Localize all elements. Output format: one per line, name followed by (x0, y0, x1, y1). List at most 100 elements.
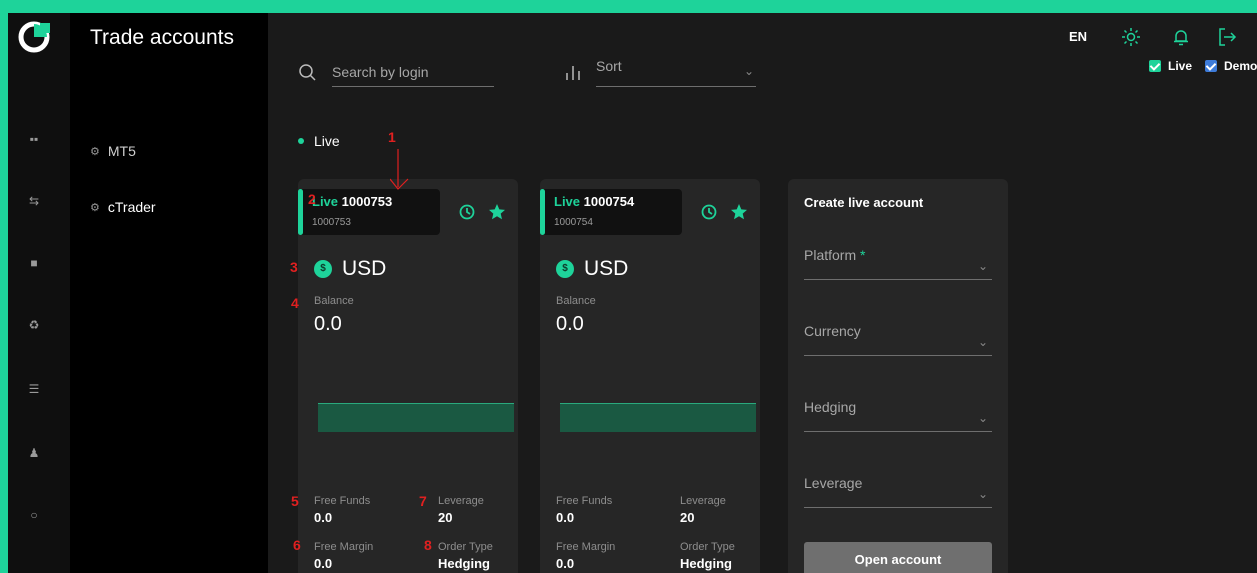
currency-label: Currency (804, 323, 861, 339)
hedging-label: Hedging (804, 399, 857, 415)
required-marker: * (860, 247, 866, 263)
annotation-6: 6 (293, 537, 301, 553)
leverage-label: Leverage (680, 495, 726, 507)
star-icon[interactable] (730, 203, 748, 221)
star-icon[interactable] (488, 203, 506, 221)
dashboard-icon[interactable]: ▪▪ (26, 131, 42, 147)
chevron-down-icon: ⌄ (743, 64, 754, 78)
dollar-coin-icon: $ (314, 260, 332, 278)
platform-select[interactable]: Platform * ⌄ (804, 239, 992, 280)
sidebar-item-ctrader[interactable]: ⚙ cTrader (90, 199, 156, 215)
account-number: 1000753 (341, 194, 393, 209)
filter-live[interactable]: Live (1149, 59, 1192, 73)
free-funds-value: 0.0 (314, 510, 333, 525)
wallet-icon[interactable]: ■ (26, 255, 42, 271)
history-icon[interactable] (700, 203, 718, 221)
balance-label: Balance (556, 295, 596, 307)
list-icon[interactable]: ☰ (26, 381, 42, 397)
account-login: 1000753 (312, 217, 351, 228)
account-login: 1000754 (554, 217, 593, 228)
search-bar (298, 57, 508, 87)
account-header: Live 1000754 1000754 (540, 189, 682, 235)
leverage-field-label: Leverage (804, 475, 863, 491)
currency-code: USD (342, 257, 387, 280)
logout-icon[interactable] (1217, 27, 1237, 47)
account-type: Live (554, 194, 581, 209)
account-card[interactable]: Live 1000753 1000753 $ USD Balance 0.0 F… (298, 179, 518, 573)
open-account-button[interactable]: Open account (804, 542, 992, 573)
user-icon[interactable]: ♟ (26, 445, 42, 461)
annotation-7: 7 (419, 493, 427, 509)
platform-label: Platform (804, 247, 857, 263)
checkbox-checked-icon[interactable] (1149, 60, 1161, 72)
free-margin-label: Free Margin (314, 541, 374, 553)
chat-icon[interactable]: ○ (26, 507, 42, 523)
bell-icon[interactable] (1171, 27, 1191, 47)
free-margin-value: 0.0 (314, 556, 333, 571)
currency-select[interactable]: Currency ⌄ (804, 315, 992, 356)
currency-code: USD (584, 257, 629, 280)
account-status-bar (540, 189, 545, 235)
section-live-header: Live (298, 133, 340, 149)
balance-chart (318, 403, 514, 432)
search-input[interactable] (332, 57, 494, 87)
sort-select[interactable]: Sort ⌄ (596, 58, 756, 87)
sidebar-item-label: cTrader (107, 199, 156, 215)
recycle-icon[interactable]: ♻ (26, 317, 42, 333)
history-icon[interactable] (458, 203, 476, 221)
dollar-coin-icon: $ (556, 260, 574, 278)
balance-chart (560, 403, 756, 432)
sidebar-item-mt5[interactable]: ⚙ MT5 (90, 143, 136, 159)
create-account-panel: Create live account Platform * ⌄ Currenc… (788, 179, 1008, 573)
account-currency: $ USD (314, 257, 386, 281)
order-type-label: Order Type (438, 541, 493, 553)
account-title: Live 1000753 (312, 194, 392, 209)
app-window: ▪▪ ⇆ ■ ♻ ☰ ♟ ○ Trade accounts ⚙ MT5 ⚙ cT… (8, 13, 1257, 573)
create-account-title: Create live account (804, 195, 924, 210)
filter-demo[interactable]: Demo (1205, 59, 1257, 73)
free-funds-value: 0.0 (556, 510, 575, 525)
balance-value: 0.0 (314, 313, 342, 335)
balance-label: Balance (314, 295, 354, 307)
balance-value: 0.0 (556, 313, 584, 335)
annotation-2: 2 (308, 191, 316, 207)
transfer-icon[interactable]: ⇆ (26, 193, 42, 209)
sort-label: Sort (596, 58, 622, 74)
chevron-down-icon: ⌄ (977, 411, 988, 425)
leverage-value: 20 (438, 510, 453, 525)
hedging-select[interactable]: Hedging ⌄ (804, 391, 992, 432)
account-title: Live 1000754 (554, 194, 634, 209)
sidebar-title: Trade accounts (90, 26, 234, 49)
account-card[interactable]: Live 1000754 1000754 $ USD Balance 0.0 F… (540, 179, 760, 573)
order-type-value: Hedging (438, 556, 490, 571)
sidebar-item-label: MT5 (107, 143, 136, 159)
main-content: Sort ⌄ Live Live 1000753 1000753 (268, 13, 1257, 573)
annotation-1: 1 (388, 129, 396, 145)
sun-icon[interactable] (1121, 27, 1141, 47)
account-currency: $ USD (556, 257, 628, 281)
annotation-4: 4 (291, 295, 299, 311)
live-dot-icon (298, 138, 304, 144)
annotation-8: 8 (424, 537, 432, 553)
section-label: Live (314, 133, 340, 149)
sidebar: Trade accounts ⚙ MT5 ⚙ cTrader (70, 13, 268, 573)
language-selector[interactable]: EN (1069, 29, 1087, 44)
annotation-arrow-icon (390, 149, 409, 190)
leverage-value: 20 (680, 510, 695, 525)
annotation-5: 5 (291, 493, 299, 509)
chevron-down-icon: ⌄ (977, 487, 988, 501)
checkbox-checked-icon[interactable] (1205, 60, 1217, 72)
sort-control: Sort ⌄ (564, 57, 774, 87)
account-actions (700, 203, 748, 221)
order-type-value: Hedging (680, 556, 732, 571)
gear-icon: ⚙ (90, 145, 100, 158)
filter-live-label: Live (1168, 59, 1193, 73)
logo-icon[interactable] (16, 19, 52, 55)
leverage-select[interactable]: Leverage ⌄ (804, 467, 992, 508)
gear-icon: ⚙ (90, 201, 100, 214)
account-header: Live 1000753 1000753 (298, 189, 440, 235)
header-controls: EN Live Demo (1057, 27, 1257, 89)
annotation-3: 3 (290, 259, 298, 275)
sort-bars-icon (566, 66, 580, 80)
account-status-bar (298, 189, 303, 235)
